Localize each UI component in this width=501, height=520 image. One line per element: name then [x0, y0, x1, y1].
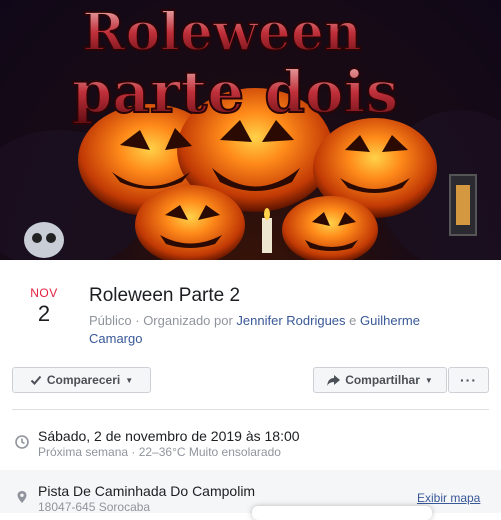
event-month: NOV: [30, 286, 58, 300]
event-datetime[interactable]: Sábado, 2 de novembro de 2019 às 18:00: [38, 427, 300, 445]
checkmark-icon: [30, 375, 42, 385]
chevron-down-icon: ▼: [424, 375, 433, 385]
map-pin-icon: [17, 491, 27, 503]
event-cover-photo[interactable]: Roleween parte dois: [0, 0, 501, 260]
event-privacy: Público · Organizado por: [89, 313, 237, 328]
event-weather: Próxima semana · 22–36°C Muito ensolarad…: [38, 445, 281, 459]
popup-edge: [252, 506, 432, 520]
share-button[interactable]: Compartilhar ▼: [313, 367, 447, 393]
event-meta: Público · Organizado por Jennifer Rodrig…: [89, 312, 469, 348]
share-arrow-icon: [327, 374, 341, 386]
event-day: 2: [37, 301, 51, 326]
host-separator: e: [345, 313, 361, 328]
event-date-badge: NOV 2: [18, 285, 70, 327]
section-divider: [12, 409, 489, 410]
host-link-1[interactable]: Jennifer Rodrigues: [236, 313, 345, 328]
cover-title-line1: Roleween: [82, 2, 361, 63]
event-title: Roleween Parte 2: [89, 285, 241, 306]
share-label: Compartilhar: [345, 373, 420, 387]
clock-icon: [15, 435, 29, 449]
chevron-down-icon: ▼: [125, 375, 134, 385]
show-map-link[interactable]: Exibir mapa: [417, 491, 480, 505]
going-label: Compareceri: [46, 373, 121, 387]
cover-title-line2: parte dois: [72, 58, 399, 126]
more-dots-icon: ···: [460, 372, 477, 388]
more-options-button[interactable]: ···: [448, 367, 489, 393]
going-button[interactable]: Compareceri ▼: [12, 367, 151, 393]
location-name[interactable]: Pista De Caminhada Do Campolim: [38, 482, 255, 500]
